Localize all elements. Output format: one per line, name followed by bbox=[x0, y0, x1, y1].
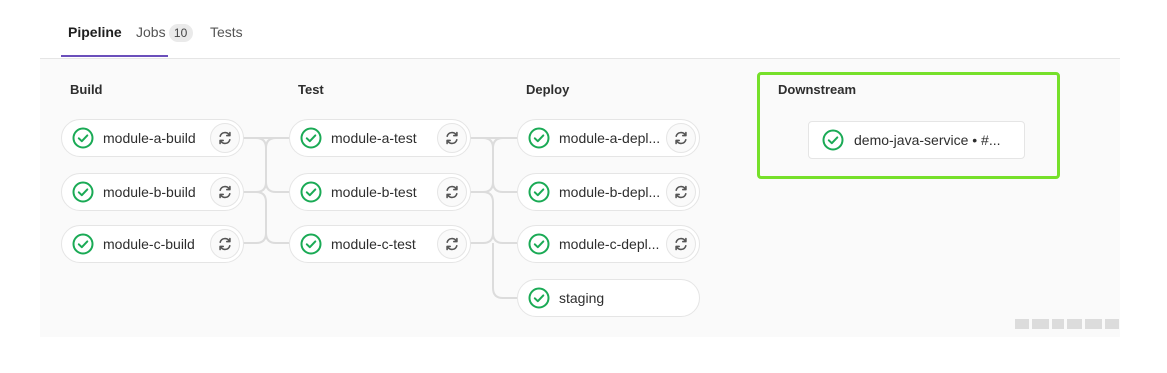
check-circle-icon bbox=[72, 233, 94, 255]
job-name: module-b-depl... bbox=[559, 184, 661, 200]
job-name: module-a-build bbox=[103, 130, 196, 146]
stage-title-deploy: Deploy bbox=[526, 82, 570, 97]
watermark bbox=[1015, 319, 1119, 329]
job-name: demo-java-service • #... bbox=[854, 132, 1001, 148]
job-module-a-test[interactable]: module-a-test bbox=[289, 119, 471, 157]
check-circle-icon bbox=[72, 181, 94, 203]
stage-title-test: Test bbox=[298, 82, 324, 97]
retry-button[interactable] bbox=[210, 123, 240, 153]
job-name: module-c-test bbox=[331, 236, 416, 252]
job-module-c-deploy[interactable]: module-c-depl... bbox=[517, 225, 700, 263]
job-module-b-test[interactable]: module-b-test bbox=[289, 173, 471, 211]
retry-icon bbox=[675, 185, 687, 199]
retry-button[interactable] bbox=[437, 177, 467, 207]
jobs-count-badge: 10 bbox=[168, 24, 193, 42]
check-circle-icon bbox=[528, 181, 550, 203]
job-name: module-b-build bbox=[103, 184, 196, 200]
check-circle-icon bbox=[72, 127, 94, 149]
job-module-a-build[interactable]: module-a-build bbox=[61, 119, 244, 157]
job-module-a-deploy[interactable]: module-a-depl... bbox=[517, 119, 700, 157]
job-module-c-test[interactable]: module-c-test bbox=[289, 225, 471, 263]
tab-jobs[interactable]: Jobs 10 bbox=[136, 24, 193, 42]
retry-icon bbox=[675, 237, 687, 251]
retry-icon bbox=[219, 185, 231, 199]
retry-button[interactable] bbox=[666, 123, 696, 153]
job-name: module-a-depl... bbox=[559, 130, 661, 146]
job-name: module-b-test bbox=[331, 184, 417, 200]
job-module-b-deploy[interactable]: module-b-depl... bbox=[517, 173, 700, 211]
check-circle-icon bbox=[822, 129, 844, 151]
retry-button[interactable] bbox=[666, 177, 696, 207]
retry-button[interactable] bbox=[437, 123, 467, 153]
retry-icon bbox=[446, 131, 458, 145]
retry-button[interactable] bbox=[210, 229, 240, 259]
stage-title-build: Build bbox=[70, 82, 103, 97]
job-module-b-build[interactable]: module-b-build bbox=[61, 173, 244, 211]
retry-button[interactable] bbox=[210, 177, 240, 207]
tab-jobs-label: Jobs bbox=[136, 24, 166, 40]
check-circle-icon bbox=[300, 181, 322, 203]
retry-icon bbox=[219, 237, 231, 251]
tab-pipeline[interactable]: Pipeline bbox=[68, 24, 122, 40]
stage-title-downstream: Downstream bbox=[778, 82, 857, 97]
check-circle-icon bbox=[300, 127, 322, 149]
job-name: module-c-depl... bbox=[559, 236, 660, 252]
retry-button[interactable] bbox=[666, 229, 696, 259]
job-name: staging bbox=[559, 290, 605, 306]
pipeline-tabs: Pipeline Jobs 10 Tests bbox=[40, 0, 1120, 59]
retry-button[interactable] bbox=[437, 229, 467, 259]
job-module-c-build[interactable]: module-c-build bbox=[61, 225, 244, 263]
job-name: module-c-build bbox=[103, 236, 195, 252]
active-tab-indicator bbox=[61, 55, 168, 57]
retry-icon bbox=[446, 237, 458, 251]
check-circle-icon bbox=[528, 127, 550, 149]
retry-icon bbox=[219, 131, 231, 145]
check-circle-icon bbox=[528, 233, 550, 255]
check-circle-icon bbox=[528, 287, 550, 309]
tab-tests[interactable]: Tests bbox=[210, 24, 243, 40]
retry-icon bbox=[675, 131, 687, 145]
job-name: module-a-test bbox=[331, 130, 417, 146]
check-circle-icon bbox=[300, 233, 322, 255]
retry-icon bbox=[446, 185, 458, 199]
downstream-pipeline-demo-java-service[interactable]: demo-java-service • #... bbox=[808, 121, 1025, 159]
job-staging[interactable]: staging bbox=[517, 279, 700, 317]
